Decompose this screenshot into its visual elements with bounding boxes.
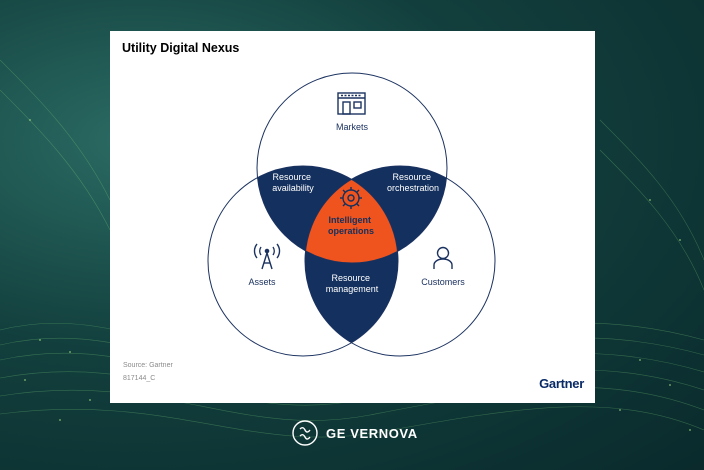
venn-diagram: Markets Assets Customers Resource availa…	[207, 72, 496, 357]
label-resource-availability: Resource availability	[272, 172, 314, 193]
ge-vernova-logo: GE VERNOVA	[326, 426, 418, 441]
diagram-card: Utility Digital Nexus Markets Assets Cus…	[110, 31, 595, 403]
source-note: Source: Gartner	[123, 362, 173, 369]
circle-label-assets: Assets	[248, 277, 276, 287]
label-resource-orchestration: Resource orchestration	[387, 172, 439, 193]
storefront-icon	[337, 92, 366, 115]
person-icon	[433, 246, 453, 269]
circle-label-markets: Markets	[336, 122, 369, 132]
circle-label-customers: Customers	[421, 277, 465, 287]
label-resource-management: Resource management	[326, 273, 379, 294]
label-intelligent-operations: Intelligent operations	[328, 215, 374, 236]
gartner-logo: Gartner	[539, 376, 584, 391]
transmission-tower-icon	[253, 243, 281, 270]
ge-monogram-icon	[292, 420, 318, 446]
document-code: 817144_C	[123, 375, 156, 382]
